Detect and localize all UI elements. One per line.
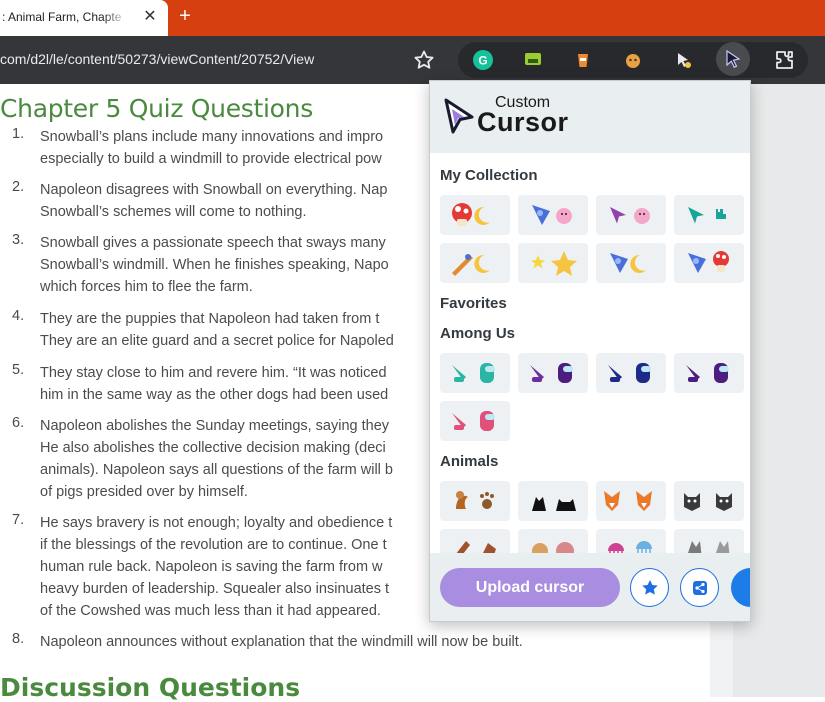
cursor-catalog[interactable]: My Collection Favorites Among Us Animals [430, 153, 750, 553]
close-tab-icon[interactable]: ✕ [140, 7, 160, 27]
cursor-item-pink-crewmate[interactable] [440, 401, 510, 441]
question-number: 2. [12, 179, 25, 195]
question-number: 3. [12, 232, 25, 248]
cursor-item-teal-arrow-hand[interactable] [674, 195, 744, 235]
grammarly-icon[interactable]: G [472, 49, 494, 71]
cursor-item-bluefish-kirby[interactable] [518, 195, 588, 235]
cursor-item-purple-arrow-kirby[interactable] [596, 195, 666, 235]
address-bar[interactable]: com/d2l/le/content/50273/viewContent/207… [0, 51, 314, 67]
cursor-item-squirrel-paw[interactable] [440, 481, 510, 521]
section-title-favorites: Favorites [440, 295, 507, 312]
question-number: 6. [12, 415, 25, 431]
share-button[interactable] [680, 568, 719, 607]
tab-strip: : Animal Farm, Chapte ✕ + [0, 0, 825, 36]
question-number: 1. [12, 126, 25, 142]
tab-title: : Animal Farm, Chapte [2, 10, 122, 24]
share-icon [693, 581, 707, 595]
chapter-title: Chapter 5 Quiz Questions [0, 94, 313, 123]
new-tab-icon[interactable]: + [173, 4, 197, 28]
section-title-collection: My Collection [440, 167, 538, 184]
custom-cursor-extension-button[interactable] [716, 42, 750, 76]
green-monitor-extension-icon[interactable] [522, 49, 544, 71]
custom-cursor-popup: Custom Cursor My Collection Favorites Am… [429, 80, 751, 622]
cursor-item-bluefish-toad[interactable] [674, 243, 744, 283]
question-line: Napoleon announces without explanation t… [40, 634, 523, 650]
cursor-item-purple-crewmate-2[interactable] [674, 353, 744, 393]
popup-header: Custom Cursor [430, 81, 750, 153]
question-number: 7. [12, 512, 25, 528]
browser-toolbar: com/d2l/le/content/50273/viewContent/207… [0, 36, 825, 84]
svg-text:G: G [478, 54, 487, 68]
fox-face-extension-icon[interactable] [622, 49, 644, 71]
cursor-item-purple-crewmate[interactable] [518, 353, 588, 393]
cursor-item-bluefish-moon[interactable] [596, 243, 666, 283]
question-number: 5. [12, 362, 25, 378]
star-icon [642, 580, 658, 595]
cursor-item-jellyfish[interactable] [596, 529, 666, 553]
discussion-title: Discussion Questions [0, 673, 301, 702]
extensions-puzzle-icon[interactable] [772, 48, 796, 72]
coffee-cup-extension-icon[interactable] [572, 49, 594, 71]
cursor-pointer-extension-icon[interactable] [672, 49, 694, 71]
section-title-among-us: Among Us [440, 325, 515, 342]
popup-footer: Upload cursor [430, 553, 750, 621]
upload-cursor-button[interactable]: Upload cursor [440, 568, 620, 607]
question-number: 8. [12, 631, 25, 647]
section-title-animals: Animals [440, 453, 499, 470]
bookmark-star-icon[interactable] [412, 48, 436, 72]
cursor-item-mushroom-moon[interactable] [440, 195, 510, 235]
cursor-item-brown-dog[interactable] [440, 529, 510, 553]
cursor-item-rocket-moon[interactable] [440, 243, 510, 283]
cursor-item-star-yellow[interactable] [518, 243, 588, 283]
question-text: Napoleon announces without explanation t… [40, 631, 680, 653]
cursor-item-tiger[interactable] [518, 529, 588, 553]
cursor-item-wolf[interactable] [674, 529, 744, 553]
cursor-item-teal-crewmate[interactable] [440, 353, 510, 393]
cursor-item-navy-crewmate[interactable] [596, 353, 666, 393]
more-options-button[interactable] [731, 568, 750, 607]
logo-text-big: Cursor [477, 107, 569, 137]
active-tab[interactable]: : Animal Farm, Chapte ✕ [0, 0, 168, 36]
favorites-button[interactable] [630, 568, 669, 607]
custom-cursor-logo-icon [444, 98, 474, 134]
question-number: 4. [12, 308, 25, 324]
cursor-item-gray-cat[interactable] [674, 481, 744, 521]
cursor-item-fox[interactable] [596, 481, 666, 521]
cursor-item-black-cat[interactable] [518, 481, 588, 521]
